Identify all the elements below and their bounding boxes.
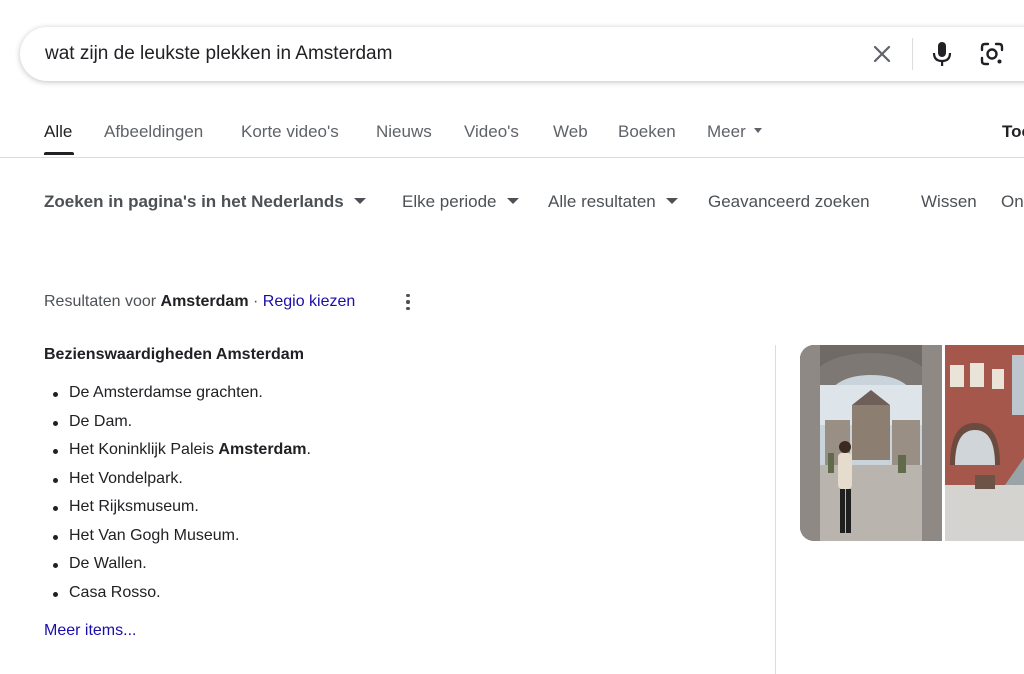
more-vert-icon[interactable] <box>400 291 416 313</box>
clear-button[interactable] <box>865 37 899 71</box>
tab-afbeeldingen[interactable]: Afbeeldingen <box>104 122 203 142</box>
choose-region-link[interactable]: Regio kiezen <box>263 293 356 310</box>
advanced-search-link[interactable]: Geavanceerd zoeken <box>708 192 870 212</box>
snippet-title: Bezienswaardigheden Amsterdam <box>44 346 304 363</box>
google-lens-icon <box>980 42 1004 66</box>
language-filter[interactable]: Zoeken in pagina's in het Nederlands <box>44 192 366 212</box>
list-item: Het Koninklijk Paleis Amsterdam. <box>44 441 311 470</box>
voice-search-button[interactable] <box>925 37 959 71</box>
tab-videos[interactable]: Video's <box>464 122 519 142</box>
tab-meer[interactable]: Meer <box>707 122 762 142</box>
tab-nieuws[interactable]: Nieuws <box>376 122 432 142</box>
tab-web[interactable]: Web <box>553 122 588 142</box>
close-icon <box>873 45 891 63</box>
caret-down-icon <box>353 197 366 204</box>
tab-alle[interactable]: Alle <box>44 122 72 142</box>
tools-overflow-item[interactable]: On <box>1001 192 1024 212</box>
search-tabs: Alle Afbeeldingen Korte video's Nieuws V… <box>0 110 1024 158</box>
results-filter-label: Alle resultaten <box>548 192 656 211</box>
rijksmuseum-photo[interactable] <box>945 345 1024 541</box>
tab-tools[interactable]: Too <box>1002 122 1024 142</box>
amsterdam-photos <box>800 345 1024 541</box>
language-filter-label: Zoeken in pagina's in het Nederlands <box>44 192 344 211</box>
list-item: Het Vondelpark. <box>44 470 311 499</box>
list-item: De Dam. <box>44 413 311 442</box>
tabs-divider <box>0 157 1024 158</box>
search-box[interactable]: wat zijn de leukste plekken in Amsterdam <box>20 27 1024 81</box>
region-line: Resultaten voor Amsterdam · Regio kiezen <box>44 293 355 311</box>
tab-meer-label: Meer <box>707 122 746 141</box>
region-separator: · <box>253 293 259 310</box>
list-item: De Amsterdamse grachten. <box>44 384 311 413</box>
snippet-images[interactable] <box>800 345 1024 541</box>
region-prefix: Resultaten voor <box>44 293 157 310</box>
active-tab-indicator <box>44 152 74 155</box>
caret-down-icon <box>753 128 762 134</box>
region-place: Amsterdam <box>160 293 249 310</box>
snippet-list: De Amsterdamse grachten. De Dam. Het Kon… <box>44 384 311 612</box>
caret-down-icon <box>665 197 678 204</box>
search-divider <box>912 38 913 70</box>
microphone-icon <box>932 42 952 66</box>
clear-filters-link[interactable]: Wissen <box>921 192 977 212</box>
list-item: Het Van Gogh Museum. <box>44 527 311 556</box>
list-item: Casa Rosso. <box>44 584 311 613</box>
tab-boeken[interactable]: Boeken <box>618 122 676 142</box>
list-item: Het Rijksmuseum. <box>44 498 311 527</box>
results-filter[interactable]: Alle resultaten <box>548 192 678 212</box>
tab-korte-videos[interactable]: Korte video's <box>241 122 339 142</box>
more-items-link[interactable]: Meer items... <box>44 622 136 640</box>
column-divider <box>775 345 776 674</box>
search-input[interactable]: wat zijn de leukste plekken in Amsterdam <box>45 43 392 65</box>
period-filter[interactable]: Elke periode <box>402 192 519 212</box>
archway-photo[interactable] <box>800 345 942 541</box>
caret-down-icon <box>506 197 519 204</box>
list-item: De Wallen. <box>44 555 311 584</box>
period-filter-label: Elke periode <box>402 192 497 211</box>
lens-search-button[interactable] <box>975 37 1009 71</box>
